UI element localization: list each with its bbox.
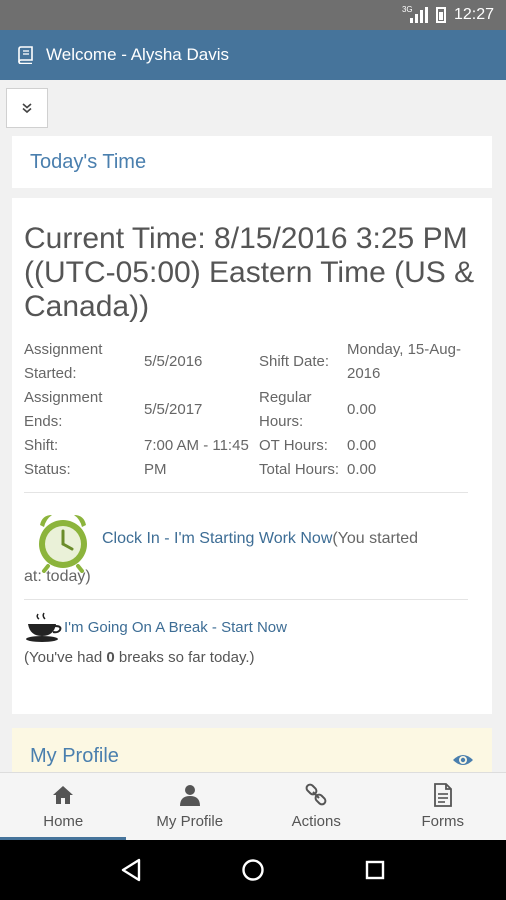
- shift-value: 7:00 AM - 11:45 PM: [144, 437, 249, 478]
- system-navigation-bar: [0, 840, 506, 900]
- app-title: Welcome - Alysha Davis: [46, 45, 229, 64]
- eye-icon[interactable]: [452, 752, 474, 768]
- clock-in-note-continued: at: today): [24, 568, 91, 585]
- link-icon: [305, 783, 327, 806]
- my-profile-title: My Profile: [30, 745, 119, 767]
- break-summary-suffix: breaks so far today.): [114, 649, 255, 666]
- nav-forms-label: Forms: [421, 813, 465, 830]
- regular-hours-label: Regular Hours:: [259, 389, 312, 430]
- home-circle-icon[interactable]: [241, 858, 265, 882]
- regular-hours-value: 0.00: [347, 401, 377, 418]
- my-profile-card[interactable]: My Profile: [12, 728, 492, 772]
- status-label: Status:: [24, 461, 71, 478]
- clock-in-section: Clock In - I'm Starting Work Now(You sta…: [24, 511, 480, 589]
- nav-forms[interactable]: Forms: [380, 773, 506, 840]
- collapse-toggle-button[interactable]: [6, 88, 48, 128]
- chevron-double-down-icon: [22, 103, 32, 114]
- shift-date-label: Shift Date:: [259, 353, 330, 370]
- total-hours-value: 0.00: [347, 461, 377, 478]
- nav-home-label: Home: [43, 813, 84, 830]
- user-icon: [179, 785, 200, 806]
- assignment-started-label: Assignment Started:: [24, 341, 103, 382]
- status-bar: 3G 12:27: [0, 0, 506, 30]
- clock-in-link[interactable]: Clock In - I'm Starting Work Now: [102, 530, 332, 547]
- todays-time-card[interactable]: Today's Time: [12, 136, 492, 188]
- alarm-clock-icon[interactable]: [34, 511, 92, 573]
- break-count: 0: [106, 649, 115, 666]
- back-icon[interactable]: [120, 858, 142, 882]
- break-section: I'm Going On A Break - Start Now (You've…: [24, 612, 480, 670]
- total-hours-label: Total Hours:: [259, 461, 340, 478]
- book-icon: [18, 46, 33, 64]
- coffee-cup-icon[interactable]: [24, 612, 64, 644]
- break-summary-prefix: (You've had: [24, 649, 107, 666]
- nav-actions-label: Actions: [291, 813, 341, 830]
- ot-hours-label: OT Hours:: [259, 437, 328, 454]
- signal-icon: 3G: [402, 5, 428, 23]
- home-icon: [53, 786, 74, 804]
- document-icon: [433, 783, 452, 807]
- bottom-navigation: Home My Profile Actions Forms: [0, 772, 506, 840]
- ot-hours-value: 0.00: [347, 437, 377, 454]
- battery-icon: [435, 7, 446, 23]
- todays-time-title: Today's Time: [30, 150, 147, 173]
- nav-my-profile-label: My Profile: [156, 813, 224, 830]
- clock-in-note: (You started: [332, 530, 419, 547]
- divider: [24, 492, 468, 493]
- assignment-details: Assignment Started: 5/5/2016 Shift Date:…: [24, 338, 480, 482]
- divider: [24, 599, 468, 600]
- assignment-ends-value: 5/5/2017: [144, 401, 203, 418]
- current-time: Current Time: 8/15/2016 3:25 PM ((UTC-05…: [24, 222, 475, 323]
- shift-date-value: Monday, 15-Aug-2016: [347, 341, 461, 382]
- nav-actions[interactable]: Actions: [253, 773, 380, 840]
- assignment-started-value: 5/5/2016: [144, 353, 203, 370]
- time-details-card: Current Time: 8/15/2016 3:25 PM ((UTC-05…: [12, 198, 492, 714]
- recents-icon[interactable]: [364, 859, 386, 881]
- nav-my-profile[interactable]: My Profile: [127, 773, 254, 840]
- clock-time: 12:27: [453, 6, 494, 23]
- start-break-link[interactable]: I'm Going On A Break - Start Now: [64, 616, 287, 640]
- network-type: 3G: [401, 5, 413, 14]
- assignment-ends-label: Assignment Ends:: [24, 389, 103, 430]
- break-summary: (You've had 0 breaks so far today.): [24, 646, 480, 670]
- nav-home[interactable]: Home: [0, 773, 127, 840]
- app-bar: Welcome - Alysha Davis: [0, 30, 506, 80]
- shift-label: Shift:: [24, 437, 59, 454]
